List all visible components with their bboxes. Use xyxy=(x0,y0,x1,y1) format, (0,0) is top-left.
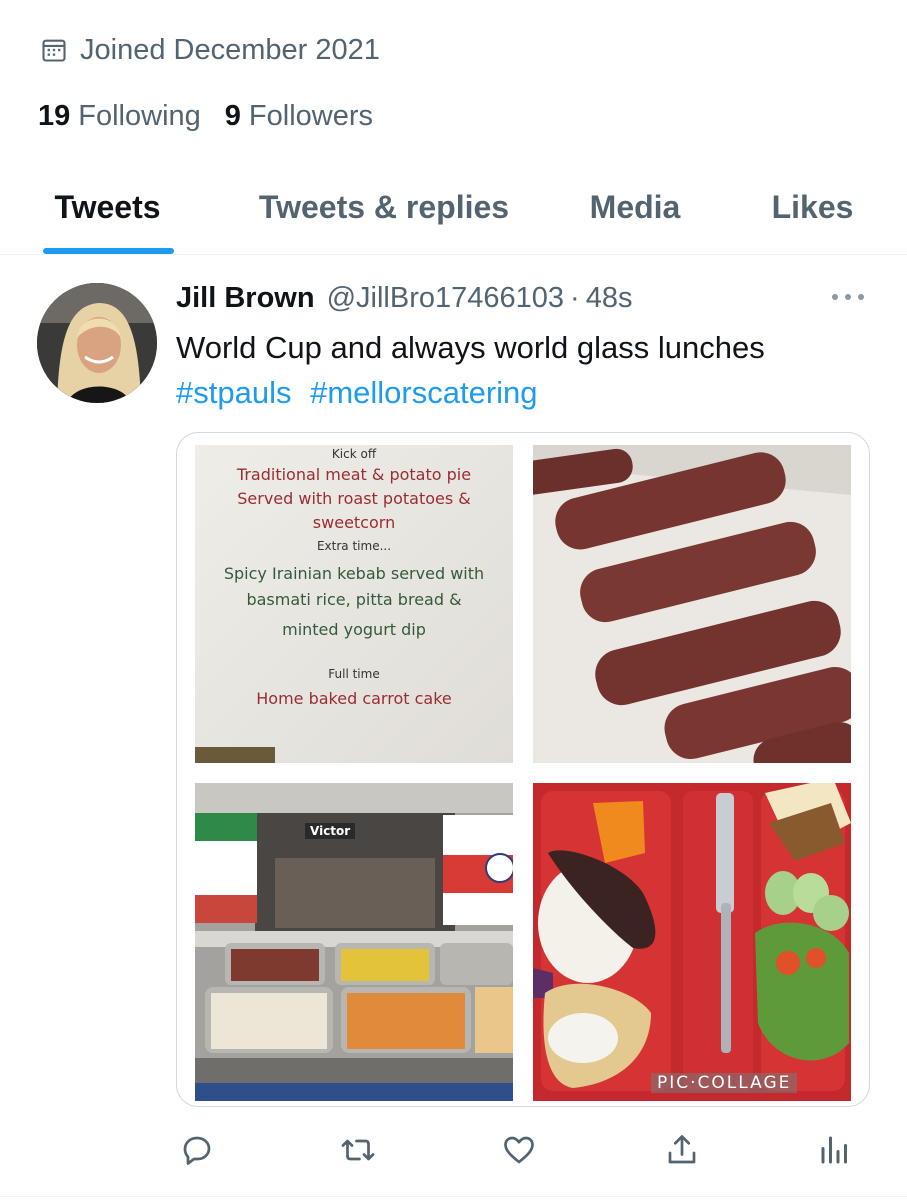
followers-count: 9 xyxy=(224,99,241,132)
menu-line: Home baked carrot cake xyxy=(256,689,452,708)
counter-photo[interactable]: Victor xyxy=(195,783,513,1101)
reply-icon xyxy=(183,1136,211,1165)
retweet-button[interactable] xyxy=(338,1130,378,1170)
follow-stats: 19 Following 9 Followers xyxy=(38,96,397,136)
like-icon xyxy=(504,1136,534,1164)
tweet-hashtags: #stpauls #mellorscatering xyxy=(176,370,876,415)
joined-text: Joined December 2021 xyxy=(80,33,380,66)
menu-photo[interactable]: Kick off Traditional meat & potato pie S… xyxy=(195,445,513,763)
retweet-icon xyxy=(341,1139,375,1161)
counter-sign: Victor xyxy=(305,823,356,839)
tweet-media[interactable]: Kick off Traditional meat & potato pie S… xyxy=(176,432,870,1107)
tab-tweets-replies[interactable]: Tweets & replies xyxy=(240,160,528,255)
tweet[interactable]: Jill Brown @JillBro17466103 · 48s World … xyxy=(0,255,907,1200)
menu-line: Spicy Irainian kebab served with xyxy=(223,564,485,583)
tweet-actions xyxy=(0,1125,907,1175)
tray-photo[interactable]: PIC·COLLAGE xyxy=(533,783,851,1101)
tab-media[interactable]: Media xyxy=(575,160,695,255)
followers-link[interactable]: 9 Followers xyxy=(225,100,373,133)
calendar-icon xyxy=(42,39,66,62)
analytics-icon xyxy=(821,1136,847,1164)
hashtag-mellorscatering[interactable]: #mellorscatering xyxy=(310,375,537,410)
tweet-header: Jill Brown @JillBro17466103 · 48s xyxy=(176,277,632,319)
reply-button[interactable] xyxy=(177,1130,217,1170)
tab-likes[interactable]: Likes xyxy=(760,160,865,255)
author-handle[interactable]: @JillBro17466103 xyxy=(327,282,564,315)
share-icon xyxy=(668,1135,696,1164)
menu-line: Extra time... xyxy=(316,539,392,553)
more-icon[interactable] xyxy=(828,285,868,309)
avatar[interactable] xyxy=(37,283,157,403)
menu-line: Served with roast potatoes & xyxy=(237,489,471,508)
menu-line: basmati rice, pitta bread & xyxy=(246,590,462,609)
following-count: 19 xyxy=(38,99,71,132)
menu-line: minted yogurt dip xyxy=(282,620,426,639)
active-tab-indicator xyxy=(43,248,174,254)
kebab-photo[interactable] xyxy=(533,445,851,763)
share-button[interactable] xyxy=(662,1130,702,1170)
joined-date: Joined December 2021 xyxy=(40,30,380,70)
profile-tabs: Tweets Tweets & replies Media Likes xyxy=(0,160,907,255)
analytics-button[interactable] xyxy=(815,1130,855,1170)
tweet-divider xyxy=(0,1196,907,1197)
following-link[interactable]: 19 Following xyxy=(38,100,201,133)
author-name[interactable]: Jill Brown xyxy=(176,282,315,315)
menu-line: Traditional meat & potato pie xyxy=(236,465,472,484)
watermark: PIC·COLLAGE xyxy=(651,1073,798,1093)
following-label: Following xyxy=(78,99,201,132)
tab-tweets[interactable]: Tweets xyxy=(40,160,175,255)
menu-line: sweetcorn xyxy=(312,513,396,532)
menu-line: Kick off xyxy=(331,447,377,461)
like-button[interactable] xyxy=(499,1130,539,1170)
header-separator: · xyxy=(570,281,580,314)
tweet-time[interactable]: 48s xyxy=(586,282,633,315)
menu-line: Full time xyxy=(328,667,380,681)
hashtag-stpauls[interactable]: #stpauls xyxy=(176,375,291,410)
tweet-text: World Cup and always world glass lunches xyxy=(176,330,765,365)
followers-label: Followers xyxy=(248,99,373,132)
